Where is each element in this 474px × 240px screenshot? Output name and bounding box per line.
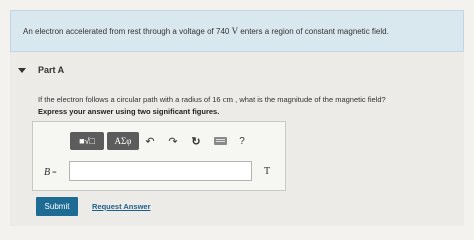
undo-icon[interactable]: ↶ [142,132,158,150]
help-icon[interactable]: ? [234,132,250,150]
problem-text-start: An electron accelerated from rest throug… [23,27,232,36]
answer-input[interactable] [69,161,252,181]
answer-instruction: Express your answer using two significan… [38,107,220,116]
question-text-end: , what is the magnitude of the magnetic … [233,95,386,104]
equals-sign: = [50,168,57,177]
keyboard-shape [213,137,227,145]
question-text: If the electron follows a circular path … [38,94,386,104]
submit-button[interactable]: Submit [36,197,78,216]
templates-button[interactable]: ■√□ [70,132,104,150]
problem-statement-banner: An electron accelerated from rest throug… [10,10,464,52]
keyboard-icon[interactable] [210,132,230,150]
collapse-caret-icon[interactable] [18,68,26,73]
problem-statement: An electron accelerated from rest throug… [23,26,389,36]
answer-variable-label: B = [44,167,57,178]
part-title[interactable]: Part A [38,65,64,75]
request-answer-link[interactable]: Request Answer [92,202,151,211]
problem-text-end: enters a region of constant magnetic fie… [238,27,389,36]
question-text-start: If the electron follows a circular path … [38,95,223,104]
radius-unit: cm [222,94,234,104]
answer-unit: T [264,166,271,177]
reset-icon[interactable]: ↻ [188,132,204,150]
redo-icon[interactable]: ↷ [165,132,181,150]
symbols-button[interactable]: ΑΣφ [107,132,139,150]
